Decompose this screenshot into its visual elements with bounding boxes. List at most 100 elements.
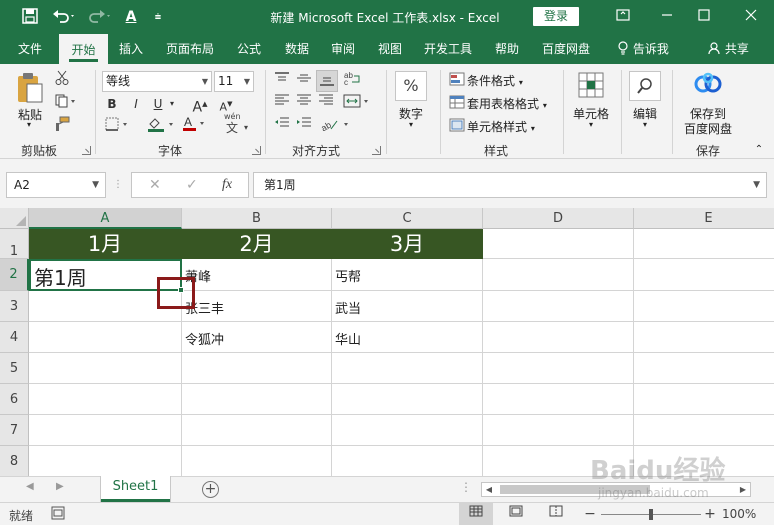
cell-a8[interactable] [29,446,182,476]
column-header-c[interactable]: C [332,208,483,229]
name-box[interactable]: A2 ▼ [6,172,106,198]
cell-a4[interactable] [29,322,182,353]
paste-dropdown-icon[interactable]: ▾ [24,120,34,129]
clipboard-launcher-icon[interactable] [82,146,91,155]
wrap-text-icon[interactable]: ab c [342,70,364,92]
cell-c2[interactable]: 丐帮 [332,259,483,291]
cell-d7[interactable] [483,415,634,446]
formula-input[interactable]: 第1周 ▼ [253,172,767,198]
macro-record-icon[interactable] [50,506,66,525]
merge-center-icon[interactable] [342,94,374,114]
font-color-quick-icon[interactable]: A [122,8,140,26]
cell-e7[interactable] [634,415,774,446]
align-center-icon[interactable] [295,94,313,112]
cell-b7[interactable] [182,415,332,446]
find-search-icon[interactable] [629,71,661,101]
row-header-4[interactable]: 4 [0,322,29,353]
tab-baidu-netdisk[interactable]: 百度网盘 [534,34,598,64]
borders-icon[interactable] [104,117,132,137]
cells-icon[interactable] [575,71,607,101]
font-size-select[interactable]: 11 ▼ [214,71,254,92]
minimize-icon[interactable] [655,6,679,28]
row-header-8[interactable]: 8 [0,446,29,476]
save-icon[interactable] [20,8,40,26]
row-header-1[interactable]: 1 [0,229,29,259]
row-header-3[interactable]: 3 [0,291,29,322]
paste-icon[interactable] [14,72,46,104]
formula-bar-grip-icon[interactable]: ⋮ [113,176,123,194]
tab-data[interactable]: 数据 [276,34,318,64]
font-launcher-icon[interactable] [252,146,261,155]
insert-function-icon[interactable]: fx [222,177,232,193]
cut-icon[interactable] [53,70,71,92]
row-header-6[interactable]: 6 [0,384,29,415]
page-layout-view-icon[interactable] [499,503,533,525]
tab-insert[interactable]: 插入 [110,34,152,64]
scroll-left-icon[interactable]: ◀ [482,483,496,496]
cell-d3[interactable] [483,291,634,322]
collapse-ribbon-icon[interactable]: ⌃ [752,144,766,155]
cell-d6[interactable] [483,384,634,415]
align-bottom-icon[interactable] [316,70,338,92]
font-name-select[interactable]: 等线 ▼ [102,71,212,92]
cell-e4[interactable] [634,322,774,353]
cell-a7[interactable] [29,415,182,446]
row-header-2[interactable]: 2 [0,259,29,291]
font-color-icon[interactable]: A [181,115,211,138]
cell-b2[interactable]: 萧峰 [182,259,332,291]
cell-c5[interactable] [332,353,483,384]
increase-indent-icon[interactable] [295,117,313,135]
grow-font-button[interactable]: A▲ [192,95,208,116]
zoom-out-button[interactable]: − [584,505,596,523]
align-middle-icon[interactable] [295,72,313,90]
cell-b6[interactable] [182,384,332,415]
align-top-icon[interactable] [273,72,291,90]
redo-icon[interactable] [86,8,114,26]
cell-e2[interactable] [634,259,774,291]
login-button[interactable]: 登录 [533,7,579,26]
select-all-button[interactable] [0,208,29,229]
cell-c6[interactable] [332,384,483,415]
enter-icon[interactable]: ✓ [186,177,198,193]
zoom-level[interactable]: 100% [722,507,756,521]
cell-c4[interactable]: 华山 [332,322,483,353]
tab-split-grip-icon[interactable]: ⋮ [460,480,472,494]
align-left-icon[interactable] [273,94,291,112]
format-painter-icon[interactable] [53,116,71,138]
cell-c3[interactable]: 武当 [332,291,483,322]
page-break-view-icon[interactable] [539,503,573,525]
cell-e5[interactable] [634,353,774,384]
column-header-e[interactable]: E [634,208,774,229]
copy-icon[interactable] [53,94,79,114]
cell-b3[interactable]: 张三丰 [182,291,332,322]
cell-c8[interactable] [332,446,483,476]
add-sheet-icon[interactable]: + [202,481,219,498]
scroll-tabs-right-icon[interactable]: ▶ [56,481,64,492]
underline-dropdown-icon[interactable]: ▾ [167,95,177,113]
tab-developer[interactable]: 开发工具 [418,34,478,64]
column-header-d[interactable]: D [483,208,634,229]
orientation-icon[interactable]: ab [318,116,354,138]
worksheet-grid[interactable]: A B C D E 1 2 3 4 5 6 7 8 1月 2月 3月 第1周 萧… [0,208,774,476]
italic-button[interactable]: I [128,95,144,113]
tab-formulas[interactable]: 公式 [228,34,270,64]
tab-file[interactable]: 文件 [8,34,52,64]
cell-d4[interactable] [483,322,634,353]
align-right-icon[interactable] [317,94,335,112]
editing-dropdown-icon[interactable]: ▾ [640,120,650,129]
row-header-5[interactable]: 5 [0,353,29,384]
cell-b5[interactable] [182,353,332,384]
cancel-icon[interactable]: ✕ [149,177,161,193]
cell-d2[interactable] [483,259,634,291]
sheet-tab-sheet1[interactable]: Sheet1 [101,476,170,502]
zoom-slider-thumb[interactable] [649,509,653,520]
cells-dropdown-icon[interactable]: ▾ [586,120,596,129]
zoom-in-button[interactable]: + [704,505,716,523]
normal-view-icon[interactable] [459,503,493,525]
cell-d1[interactable] [483,229,634,259]
bold-button[interactable]: B [104,95,120,113]
underline-button[interactable]: U [150,95,166,113]
cell-a6[interactable] [29,384,182,415]
cell-c1[interactable]: 3月 [332,229,483,259]
cell-a5[interactable] [29,353,182,384]
